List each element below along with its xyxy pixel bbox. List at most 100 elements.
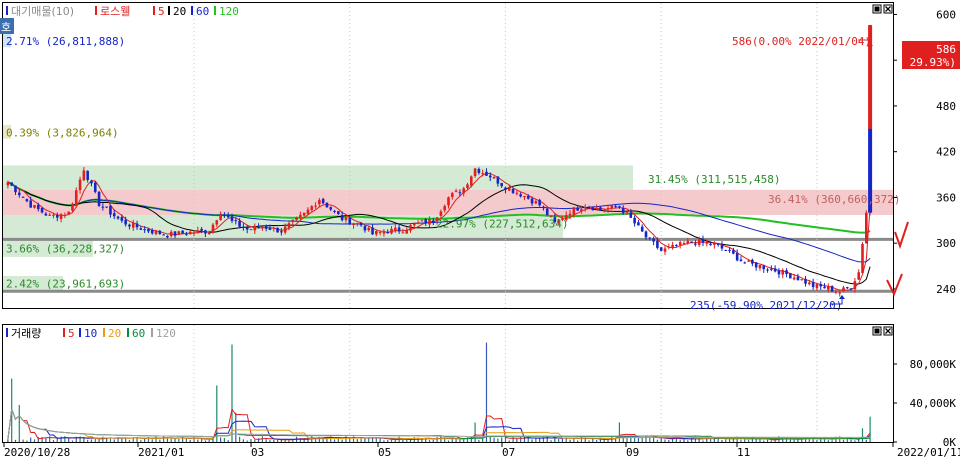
- candle-body: [128, 224, 131, 227]
- candle-body: [302, 212, 306, 216]
- candle-body: [52, 214, 55, 216]
- price-panel-frame: [2, 2, 894, 309]
- candle-body: [90, 180, 93, 184]
- candle-body: [671, 244, 674, 248]
- volume-bar: [341, 439, 343, 442]
- candle-body: [500, 183, 503, 187]
- volume-bar: [144, 438, 146, 442]
- candle-body: [116, 216, 120, 219]
- volume-bar: [52, 440, 55, 442]
- candle-body: [568, 213, 572, 216]
- volume-bar: [22, 439, 24, 442]
- candle-body: [469, 176, 473, 186]
- volume-maximize-button[interactable]: [872, 326, 882, 336]
- candle-body: [644, 231, 648, 238]
- volume-bar: [850, 439, 852, 442]
- volume-bar: [387, 440, 389, 442]
- candle-body: [595, 207, 598, 210]
- candle-body: [120, 217, 124, 221]
- candle-body: [348, 217, 352, 225]
- volume-bar: [550, 440, 552, 442]
- volume-bar: [227, 440, 229, 442]
- volume-bar: [273, 439, 275, 442]
- volume-bar: [193, 436, 195, 442]
- candle-body: [728, 249, 731, 251]
- volume-close-button[interactable]: [883, 326, 893, 336]
- volume-bar: [56, 438, 58, 442]
- volume-bar: [501, 437, 503, 442]
- volume-bar: [744, 439, 746, 442]
- candle-body: [352, 223, 355, 226]
- volume-bar: [159, 439, 161, 442]
- candle-body: [401, 232, 405, 234]
- candle-body: [633, 217, 636, 224]
- candle-body: [234, 220, 238, 222]
- candle-body: [139, 228, 143, 230]
- volume-bar: [747, 439, 750, 442]
- volume-bar: [493, 437, 495, 442]
- candle-body: [504, 187, 507, 190]
- candle-body: [842, 287, 845, 292]
- supply-zone-label: 36.41% (360,660,372): [768, 193, 900, 206]
- candle-body: [682, 243, 686, 245]
- candle-body: [724, 249, 728, 251]
- candle-body: [701, 239, 705, 243]
- candle-body: [21, 196, 25, 198]
- volume-bar: [577, 440, 579, 442]
- candle-body: [333, 210, 336, 212]
- candle-body: [511, 188, 515, 193]
- candle-body: [109, 205, 112, 215]
- volume-bar: [668, 440, 670, 442]
- candle-body: [488, 175, 492, 178]
- volume-bar: [178, 438, 180, 442]
- candle-body: [204, 230, 207, 234]
- price-maximize-button[interactable]: [872, 4, 882, 14]
- candle-body: [78, 179, 82, 191]
- candle-body: [169, 231, 173, 237]
- candle-body: [751, 259, 754, 264]
- candle-body: [804, 278, 807, 284]
- candle-body: [580, 209, 583, 212]
- candle-body: [690, 241, 693, 243]
- candle-body: [86, 170, 89, 180]
- candle-body: [359, 222, 363, 226]
- volume-legend-title: 거래량: [11, 327, 41, 340]
- volume-bar: [854, 440, 856, 442]
- volume-bar: [379, 438, 381, 442]
- legend-marker: [103, 328, 105, 337]
- volume-bar: [406, 440, 408, 442]
- volume-bar: [71, 440, 74, 442]
- candle-body: [572, 207, 576, 215]
- candle-body: [629, 212, 633, 218]
- volume-bar: [702, 440, 704, 442]
- candle-body: [344, 217, 348, 221]
- volume-bar: [276, 440, 279, 442]
- volume-bar: [599, 439, 602, 442]
- volume-bar: [254, 439, 256, 442]
- candle-body: [375, 231, 378, 235]
- date-tick-label: 07: [502, 446, 515, 459]
- volume-bar: [208, 439, 210, 442]
- candle-body: [329, 207, 333, 210]
- current-price-value: 586: [936, 43, 956, 56]
- candle-body: [101, 206, 105, 208]
- candle-body: [732, 250, 735, 254]
- candle-body: [166, 235, 169, 238]
- candle-body: [811, 282, 815, 288]
- candle-body: [720, 244, 724, 249]
- legend-marker: [6, 6, 8, 15]
- candle-body: [59, 214, 63, 219]
- candle-body: [44, 213, 48, 216]
- volume-bar: [375, 438, 377, 442]
- candle-body: [394, 227, 397, 231]
- candle-body: [67, 211, 70, 215]
- candle-body: [162, 234, 165, 236]
- candle-body: [25, 199, 29, 202]
- candle-body: [143, 229, 146, 231]
- price-close-button[interactable]: [883, 4, 893, 14]
- supply-zone-band: [3, 165, 633, 190]
- date-tick-label: 2021/01: [138, 446, 184, 459]
- candle-body: [321, 199, 325, 204]
- volume-bar: [827, 440, 829, 442]
- candle-body: [14, 185, 17, 193]
